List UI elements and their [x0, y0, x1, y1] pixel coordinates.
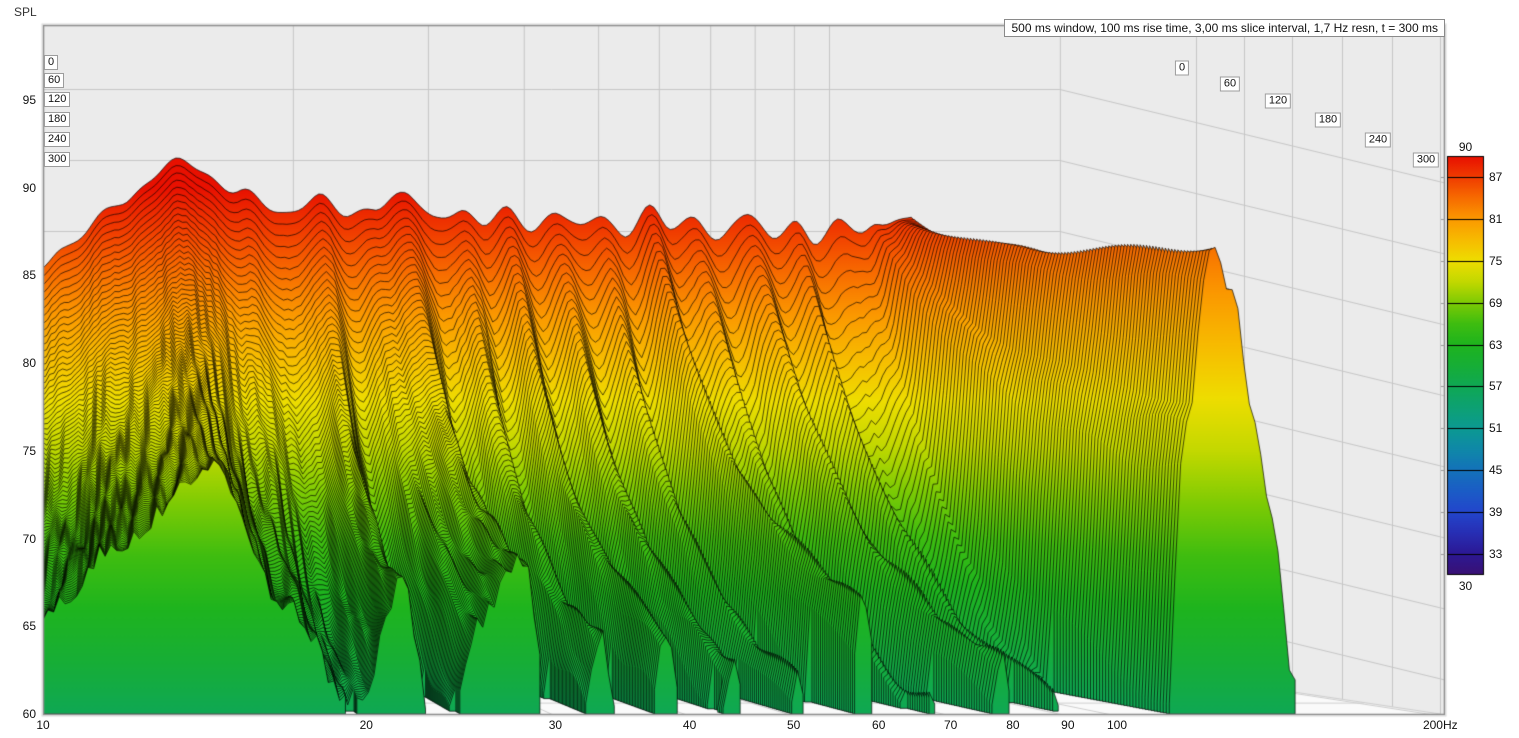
colorbar-tick-label: 57	[1489, 379, 1503, 394]
spl-tick-label: 70	[22, 531, 36, 546]
freq-tick-label: 30	[548, 718, 563, 732]
freq-tick-label: 70	[943, 718, 958, 732]
colorbar-tick-label: 33	[1489, 547, 1503, 562]
waterfall-plot-window: SPL 500 ms window, 100 ms rise time, 3,0…	[0, 0, 1519, 738]
colorbar-tick-label: 75	[1489, 253, 1503, 268]
time-tick-label-left: 300	[44, 152, 71, 167]
spl-tick-label: 95	[22, 92, 36, 107]
time-tick-label-left: 240	[44, 132, 71, 147]
colorbar-tick-label: 51	[1489, 421, 1503, 436]
freq-tick-label: 40	[682, 718, 697, 732]
colorbar-max-label: 90	[1458, 140, 1473, 154]
spl-tick-label: 90	[22, 180, 36, 195]
colorbar-tick-label: 81	[1489, 211, 1503, 226]
time-tick-label-right: 0	[1174, 60, 1190, 76]
time-tick-label-left: 180	[44, 112, 71, 127]
freq-tick-label: 200Hz	[1422, 718, 1458, 732]
freq-tick-label: 50	[787, 718, 801, 732]
spl-tick-label: 65	[22, 619, 36, 634]
spl-tick-label: 85	[22, 268, 36, 283]
freq-tick-label: 10	[36, 718, 50, 732]
freq-tick-label: 80	[1006, 718, 1020, 732]
spl-tick-label: 80	[22, 356, 36, 370]
colorbar-tick-label: 63	[1489, 337, 1503, 352]
time-tick-label-right: 240	[1364, 132, 1392, 148]
colorbar-min-label: 30	[1458, 579, 1473, 593]
time-tick-label-right: 300	[1412, 152, 1440, 168]
freq-tick-label: 60	[872, 718, 886, 732]
time-tick-label-left: 120	[44, 92, 71, 107]
colorbar-tick-label: 69	[1489, 295, 1503, 310]
time-tick-label-left: 60	[44, 73, 65, 88]
colorbar-tick-label: 45	[1489, 463, 1503, 478]
spl-tick-label: 60	[22, 707, 36, 721]
freq-tick-label: 20	[359, 718, 373, 732]
plot-type-label: SPL	[14, 5, 37, 19]
time-tick-label-right: 180	[1314, 112, 1342, 128]
colorbar-tick-label: 87	[1489, 169, 1503, 184]
time-tick-label-right: 60	[1219, 76, 1241, 92]
time-tick-label-right: 120	[1264, 93, 1292, 109]
time-tick-label-left: 0	[44, 55, 59, 70]
spl-tick-label: 75	[22, 443, 36, 458]
colorbar-tick-label: 39	[1489, 505, 1503, 520]
freq-tick-label: 100	[1106, 718, 1128, 732]
waterfall-3d-surface-canvas[interactable]	[0, 0, 1519, 738]
freq-tick-label: 90	[1061, 718, 1075, 732]
measurement-settings-label: 500 ms window, 100 ms rise time, 3,00 ms…	[1004, 19, 1445, 37]
